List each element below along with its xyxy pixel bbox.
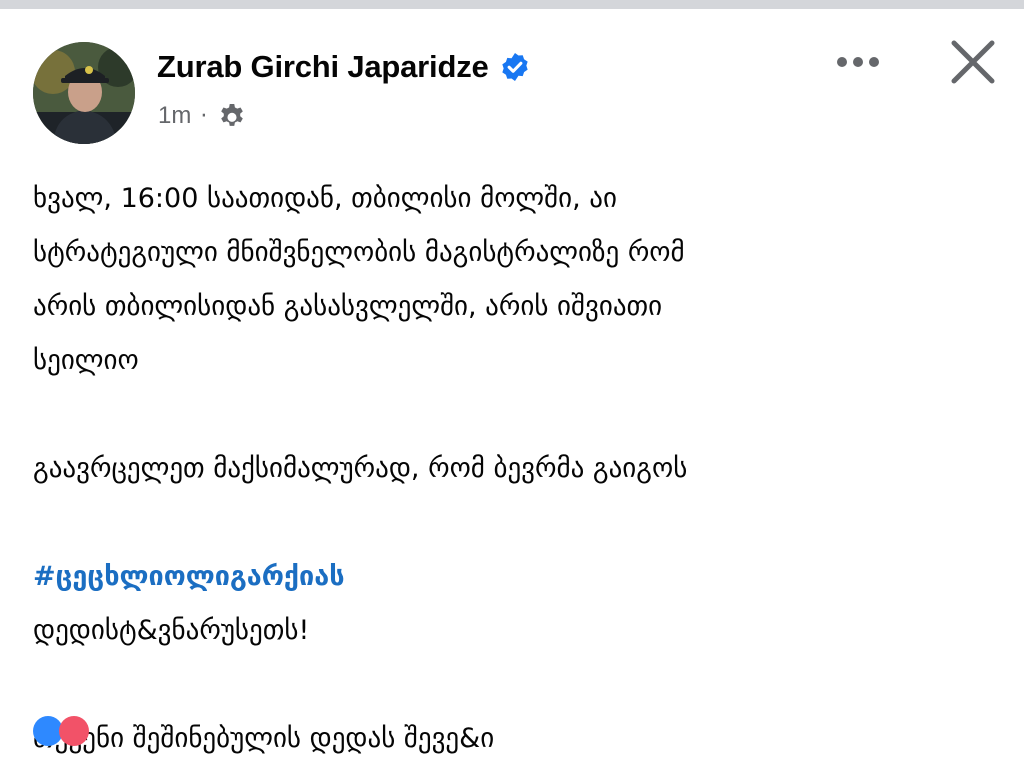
top-divider [0, 0, 1024, 9]
post-header: Zurab Girchi Japaridze [157, 49, 531, 85]
close-icon [951, 40, 995, 84]
post-line: თქვენი შეშინებულის დედას შევე&ი [33, 723, 495, 754]
more-horizontal-icon [837, 57, 879, 67]
post-line: სტრატეგიული მნიშვნელობის მაგისტრალიზე რო… [33, 237, 685, 268]
gear-icon[interactable] [216, 100, 248, 132]
post-line: ხვალ, 16:00 საათიდან, თბილისი მოლში, აი [33, 183, 617, 214]
post-text: ხვალ, 16:00 საათიდან, თბილისი მოლში, აი … [33, 172, 993, 766]
more-options-button[interactable] [830, 46, 886, 78]
post-line: არის თბილისიდან გასასვლელში, არის იშვიათ… [33, 291, 663, 322]
post-line: გაავრცელეთ მაქსიმალურად, რომ ბევრმა გაიგ… [33, 453, 688, 484]
post-meta: 1m · [158, 100, 248, 132]
meta-separator: · [200, 103, 208, 129]
post-timestamp[interactable]: 1m [158, 102, 191, 130]
close-button[interactable] [945, 34, 1001, 90]
avatar-photo [33, 42, 135, 144]
love-reaction-icon [59, 716, 89, 746]
verified-badge-icon [501, 53, 528, 81]
author-name[interactable]: Zurab Girchi Japaridze [157, 49, 489, 85]
avatar[interactable] [33, 42, 135, 144]
hashtag-link[interactable]: #ცეცხლიოლიგარქიას [33, 550, 993, 604]
post-line: სეილიო [33, 345, 139, 376]
post-line: დედისტ&ვნარუსეთს! [33, 615, 310, 646]
